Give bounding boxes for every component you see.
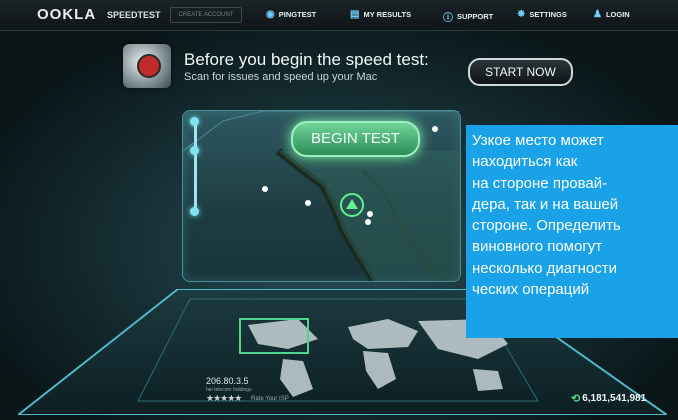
- caption-line: дера, так и на вашей: [472, 195, 619, 213]
- support-icon: ⓘ: [443, 13, 453, 24]
- nav-pingtest[interactable]: ◉ PINGTEST: [266, 9, 316, 20]
- nav-login[interactable]: ♟ LOGIN: [593, 9, 630, 20]
- nav-support-label: SUPPORT: [457, 12, 494, 21]
- gear-icon: ✸: [517, 9, 526, 20]
- nav-settings[interactable]: ✸ SETTINGS: [517, 9, 567, 20]
- caption-line: несколько диагности: [472, 259, 617, 277]
- zoom-slider-track[interactable]: [194, 122, 197, 212]
- server-dot[interactable]: [262, 186, 268, 192]
- isp-rating-stars[interactable]: ★★★★★: [206, 393, 242, 404]
- counter-icon: ⟲: [571, 393, 581, 405]
- nav-settings-label: SETTINGS: [529, 10, 567, 19]
- speedtest-logo-text: SPEEDTEST: [107, 10, 161, 20]
- ookla-logo[interactable]: OOKLA: [37, 6, 96, 23]
- total-tests-counter: ⟲ 6,181,541,981: [571, 392, 646, 405]
- nav-my-results[interactable]: ▤ MY RESULTS: [350, 9, 411, 20]
- nav-my-results-label: MY RESULTS: [363, 10, 412, 19]
- mac-cleaner-app-icon: [123, 44, 171, 88]
- server-dot[interactable]: [305, 200, 311, 206]
- caption-line: находиться как: [472, 153, 578, 171]
- results-icon: ▤: [350, 9, 360, 20]
- nav-login-label: LOGIN: [605, 10, 630, 19]
- caption-line: стороне. Определить: [472, 217, 621, 235]
- zoom-in-icon[interactable]: [190, 117, 199, 126]
- promo-title: Before you begin the speed test:: [184, 50, 429, 69]
- caption-line: Узкое место может: [472, 132, 604, 149]
- speedometer-icon: [137, 54, 161, 78]
- nav-support[interactable]: ⓘ SUPPORT: [443, 9, 493, 24]
- top-navigation-bar: OOKLA SPEEDTEST CREATE ACCOUNT ◉ PINGTES…: [0, 0, 678, 31]
- zoom-out-icon[interactable]: [190, 207, 199, 216]
- server-dot[interactable]: [367, 211, 373, 217]
- nav-pingtest-label: PINGTEST: [278, 10, 317, 19]
- ip-address: 206.80.3.5: [206, 376, 249, 386]
- create-account-button[interactable]: CREATE ACCOUNT: [170, 7, 242, 23]
- start-now-button[interactable]: START NOW: [468, 58, 573, 86]
- caption-line: на стороне провай-: [472, 174, 608, 192]
- promo-subtitle: Scan for issues and speed up your Mac: [184, 71, 378, 83]
- caption-line: виновного помогут: [472, 238, 603, 256]
- server-dot[interactable]: [365, 219, 371, 225]
- begin-test-button[interactable]: BEGIN TEST: [291, 121, 420, 157]
- globe-icon: ◉: [266, 9, 275, 20]
- server-dot[interactable]: [432, 126, 438, 132]
- user-icon: ♟: [593, 9, 602, 20]
- total-tests-value: 6,181,541,981: [582, 393, 647, 404]
- location-icon: [346, 199, 358, 209]
- zoom-slider-handle[interactable]: [190, 146, 199, 155]
- caption-line: ческих операций: [472, 281, 590, 299]
- article-caption: Узкое место может находиться как на стор…: [466, 125, 678, 338]
- rate-your-isp-link[interactable]: Rate Your ISP: [251, 396, 289, 402]
